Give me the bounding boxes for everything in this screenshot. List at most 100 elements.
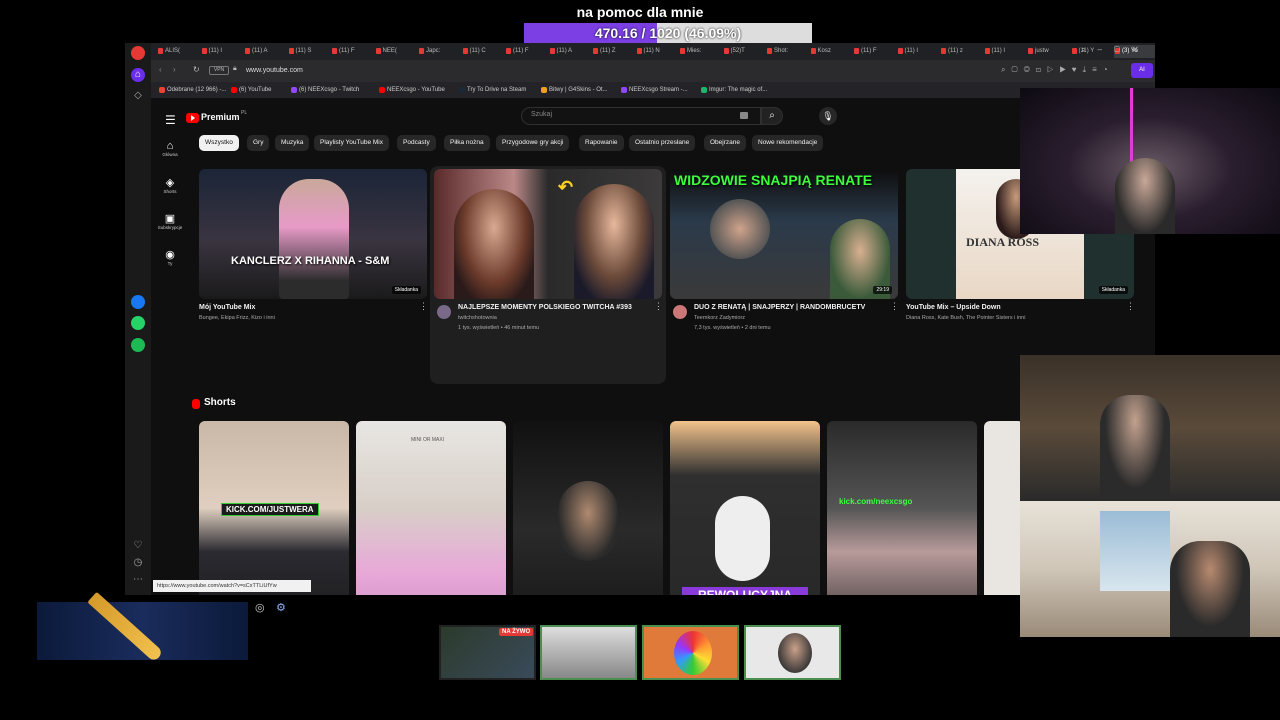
short-thumbnail[interactable]	[513, 421, 663, 595]
spotify-icon[interactable]	[131, 338, 145, 352]
browser-tab[interactable]: (11) N	[636, 45, 678, 58]
more-actions-icon[interactable]: ⋮	[1126, 301, 1135, 312]
messenger-icon[interactable]	[131, 295, 145, 309]
browser-tab[interactable]: (11) A	[244, 45, 286, 58]
browser-tab[interactable]: Kosz	[810, 45, 852, 58]
browser-tab[interactable]: ALIS(	[157, 45, 199, 58]
ai-button[interactable]: AI	[1131, 63, 1153, 78]
guide-item-główna[interactable]: ⌂ Główna	[151, 140, 189, 157]
filter-chip[interactable]: Ostatnio przesłane	[629, 135, 696, 151]
video-channel[interactable]: Bungee, Ekipa Frizz, Kizo i inni	[199, 315, 275, 321]
filter-chip[interactable]: Playlisty YouTube Mix	[314, 135, 389, 151]
browser-tab[interactable]: (11) F	[853, 45, 895, 58]
opera-icon[interactable]: ◎	[255, 601, 265, 614]
browser-tab[interactable]: (52)T	[723, 45, 765, 58]
filter-chip[interactable]: Muzyka	[275, 135, 310, 151]
back-icon[interactable]: ‹	[159, 65, 162, 74]
filter-chip[interactable]: Podcasty	[397, 135, 436, 151]
profile-card-car[interactable]	[540, 625, 637, 680]
toolbar-icons[interactable]: ⌕▢◎⊡▷▶♥⤓≡◔	[1001, 65, 1114, 75]
browser-tab[interactable]: (11) I	[201, 45, 243, 58]
channel-avatar[interactable]	[673, 305, 687, 319]
more-actions-icon[interactable]: ⋮	[890, 301, 899, 312]
bookmark-item[interactable]: (6) YouTube	[231, 84, 271, 96]
channel-avatar[interactable]	[437, 305, 451, 319]
video-thumbnail[interactable]: ↶	[434, 169, 662, 299]
filter-chip[interactable]: Przygodowe gry akcji	[496, 135, 570, 151]
bookmark-item[interactable]: Odebrane (12 966) -...	[159, 84, 226, 96]
filter-chip[interactable]: Rapowanie	[579, 135, 624, 151]
shorts-icon: ◈	[165, 177, 175, 189]
home-icon[interactable]: ⌂	[131, 68, 145, 82]
bookmark-item[interactable]: Imgur: The magic of...	[701, 84, 767, 96]
youtube-premium-logo[interactable]: Premium PL	[186, 110, 256, 126]
short-thumbnail[interactable]: MINI OR MAXI	[356, 421, 506, 595]
video-stats: 1 tys. wyświetleń • 46 minut temu	[458, 325, 540, 331]
browser-tab[interactable]: Japc:	[418, 45, 460, 58]
video-title[interactable]: YouTube Mix – Upside Down	[906, 304, 1001, 311]
browser-tab[interactable]: Shot:	[766, 45, 808, 58]
filter-chip[interactable]: Gry	[247, 135, 270, 151]
bookmark-item[interactable]: (6) NEEXcsgo - Twitch	[291, 84, 359, 96]
bookmarks-bar: Odebrane (12 966) -... (6) YouTube (6) NEE…	[151, 82, 1155, 98]
video-channel[interactable]: Teemkorz Zadymiorz	[694, 315, 745, 321]
guide-item-subskrypcje[interactable]: ▣ Subskrypcje	[151, 212, 189, 230]
search-button[interactable]: ⌕	[761, 107, 783, 125]
bookmark-item[interactable]: NEEXcsgo - YouTube	[379, 84, 445, 96]
browser-tab[interactable]: (11) S	[288, 45, 330, 58]
browser-tab[interactable]: (11) I	[984, 45, 1026, 58]
video-channel[interactable]: Diana Ross, Kate Bush, The Pointer Siste…	[906, 315, 1025, 321]
filter-chip[interactable]: Nowe rekomendacje	[752, 135, 824, 151]
video-thumbnail[interactable]: WIDZOWIE SNAJPIĄ RENATE 29:19	[670, 169, 898, 299]
reload-icon[interactable]: ↻	[193, 65, 200, 74]
short-thumbnail[interactable]: KICK.COM/JUSTWERA	[199, 421, 349, 595]
bookmark-item[interactable]: Try To Drive na Steam	[459, 84, 526, 96]
more-icon[interactable]: ⋯	[131, 573, 145, 587]
short-thumbnail[interactable]	[984, 421, 1024, 595]
filter-chip[interactable]: Obejrzane	[704, 135, 746, 151]
video-title[interactable]: NAJLEPSZE MOMENTY POLSKIEGO TWITCHA #393	[458, 304, 632, 311]
video-title[interactable]: Mój YouTube Mix	[199, 304, 255, 311]
bookmark-item[interactable]: NEEXcsgo Stream -...	[621, 84, 688, 96]
history-icon[interactable]: ◷	[131, 556, 145, 570]
heart-icon[interactable]: ♡	[131, 539, 145, 553]
whatsapp-icon[interactable]	[131, 316, 145, 330]
video-thumbnail[interactable]: KANCLERZ X RIHANNA - S&M Składanka	[199, 169, 427, 299]
short-overlay-text: kick.com/neexcsgo	[839, 497, 913, 506]
steam-icon[interactable]: ⚙︎	[276, 601, 286, 614]
browser-tab[interactable]: (11) z	[940, 45, 982, 58]
profile-card-rainbow[interactable]	[642, 625, 739, 680]
more-actions-icon[interactable]: ⋮	[419, 301, 428, 312]
vpn-icon[interactable]: VPN	[209, 66, 229, 75]
short-thumbnail[interactable]: REWOLUCYJNA MYSZKA	[670, 421, 820, 595]
hamburger-menu-icon[interactable]: ☰	[165, 113, 176, 127]
browser-tab[interactable]: (11) F	[331, 45, 373, 58]
browser-tab[interactable]: (11) Z	[592, 45, 634, 58]
url-field[interactable]: www.youtube.com	[246, 64, 866, 78]
profile-card-person[interactable]	[744, 625, 841, 680]
bookmark-item[interactable]: Bitwy | G4Skins - Ot...	[541, 84, 608, 96]
guide-item-ty[interactable]: ◉ Ty	[151, 248, 189, 266]
lock-icon: 🔒︎	[233, 65, 237, 72]
more-actions-icon[interactable]: ⋮	[654, 301, 663, 312]
browser-tab[interactable]: (11) F	[505, 45, 547, 58]
video-title[interactable]: DUO Z RENATĄ | SNAJPERZY | RANDOMBRUCETV	[694, 304, 865, 311]
short-thumbnail[interactable]: kick.com/neexcsgo	[827, 421, 977, 595]
voice-search-button[interactable]: 🎙︎	[819, 107, 837, 125]
browser-tab[interactable]: justw	[1027, 45, 1069, 58]
browser-tab[interactable]: Mies:	[679, 45, 721, 58]
filter-chip[interactable]: Wszystko	[199, 135, 239, 151]
opera-logo-icon[interactable]	[131, 46, 145, 60]
filter-chip[interactable]: Piłka nożna	[444, 135, 490, 151]
browser-tab[interactable]: (11) I	[897, 45, 939, 58]
browser-tab[interactable]: NEE(	[375, 45, 417, 58]
window-controls[interactable]: ⌕–▢✕	[1081, 45, 1150, 55]
speed-dial-icon[interactable]: ◇	[131, 89, 145, 103]
browser-tab[interactable]: (11) C	[462, 45, 504, 58]
guide-item-shorts[interactable]: ◈ Shorts	[151, 176, 189, 194]
keyboard-icon[interactable]	[740, 112, 748, 119]
browser-tab[interactable]: (11) A	[549, 45, 591, 58]
video-channel[interactable]: twitchshotownia	[458, 315, 497, 321]
forward-icon[interactable]: ›	[173, 65, 176, 74]
search-input[interactable]: Szukaj	[521, 107, 761, 125]
